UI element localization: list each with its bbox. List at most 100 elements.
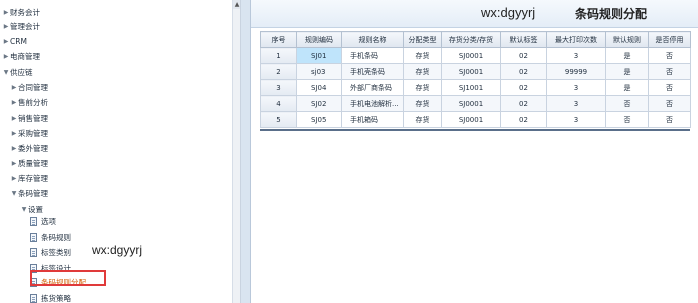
table-row[interactable]: 1 SJ01 手机条码 存货 SJ0001 02 3 是否 bbox=[260, 47, 691, 64]
expand-arrow-down-icon[interactable]: ▼ bbox=[2, 66, 10, 79]
tree-folder-item[interactable]: ▶ 库存管理 bbox=[10, 172, 48, 185]
expand-arrow-right-icon[interactable]: ▶ bbox=[10, 96, 18, 109]
column-header[interactable]: 最大打印次数 bbox=[546, 31, 606, 48]
tree-folder-item[interactable]: ▶ 电商管理 bbox=[2, 50, 40, 63]
tree-leaf-item[interactable]: 条码规则 bbox=[30, 231, 71, 244]
expand-arrow-down-icon[interactable]: ▼ bbox=[10, 187, 18, 200]
table-cell[interactable]: 02 bbox=[500, 79, 547, 96]
tree-folder-item[interactable]: ▶ 售前分析 bbox=[10, 96, 48, 109]
tree-item-label: 电商管理 bbox=[10, 52, 40, 61]
row-index-cell[interactable]: 4 bbox=[260, 95, 297, 112]
table-cell[interactable]: 99999 bbox=[546, 63, 606, 80]
tree-folder-item[interactable]: ▶ 采购管理 bbox=[10, 127, 48, 140]
main-panel: wx:dgyyrj 条码规则分配 序号 规则编码 规则名称 分配类型 存货分类/… bbox=[251, 0, 698, 303]
table-cell[interactable]: SJ01 bbox=[296, 47, 342, 64]
table-cell[interactable]: 02 bbox=[500, 63, 547, 80]
table-row[interactable]: 2 sj03 手机壳条码 存货 SJ0001 02 99999 是否 bbox=[260, 63, 691, 80]
expand-arrow-right-icon[interactable]: ▶ bbox=[2, 50, 10, 63]
expand-arrow-right-icon[interactable]: ▶ bbox=[2, 35, 10, 48]
expand-arrow-right-icon[interactable]: ▶ bbox=[10, 172, 18, 185]
table-cell[interactable]: 存货 bbox=[403, 47, 442, 64]
table-cell[interactable]: 存货 bbox=[403, 95, 442, 112]
tree-folder-item[interactable]: ▶ 质量管理 bbox=[10, 157, 48, 170]
table-cell[interactable]: 存货 bbox=[403, 63, 442, 80]
table-cell[interactable]: SJ05 bbox=[296, 111, 342, 128]
column-header[interactable]: 分配类型 bbox=[403, 31, 442, 48]
column-header[interactable]: 默认规则 bbox=[605, 31, 649, 48]
table-cell[interactable]: 外部厂商条码 bbox=[341, 79, 404, 96]
table-row[interactable]: 5 SJ05 手机箱码 存货 SJ0001 02 3 否否 bbox=[260, 111, 691, 128]
column-header[interactable]: 存货分类/存货 bbox=[441, 31, 501, 48]
table-cell[interactable]: 否 bbox=[648, 47, 691, 64]
table-cell[interactable]: 存货 bbox=[403, 111, 442, 128]
table-cell[interactable]: 手机壳条码 bbox=[341, 63, 404, 80]
table-cell[interactable]: SJ0001 bbox=[441, 47, 501, 64]
table-cell[interactable]: sj03 bbox=[296, 63, 342, 80]
table-cell[interactable]: 手机电池解析... bbox=[341, 95, 404, 112]
tree-scrollbar[interactable]: ▲ bbox=[232, 0, 240, 303]
table-cell[interactable]: 否 bbox=[648, 111, 691, 128]
table-cell[interactable]: 是 bbox=[605, 47, 649, 64]
expand-arrow-right-icon[interactable]: ▶ bbox=[2, 20, 10, 33]
table-cell[interactable]: SJ0001 bbox=[441, 95, 501, 112]
table-cell[interactable]: SJ1001 bbox=[441, 79, 501, 96]
expand-arrow-right-icon[interactable]: ▶ bbox=[10, 112, 18, 125]
table-cell[interactable]: 3 bbox=[546, 95, 606, 112]
table-cell[interactable]: 是 bbox=[605, 79, 649, 96]
row-index-cell[interactable]: 1 bbox=[260, 47, 297, 64]
table-cell[interactable]: 3 bbox=[546, 79, 606, 96]
tree-folder-item[interactable]: ▶ 委外管理 bbox=[10, 142, 48, 155]
table-cell[interactable]: 02 bbox=[500, 47, 547, 64]
tree-folder-item[interactable]: ▼ 条码管理 bbox=[10, 187, 48, 200]
table-cell[interactable]: 否 bbox=[605, 95, 649, 112]
expand-arrow-down-icon[interactable]: ▼ bbox=[20, 203, 28, 216]
table-cell[interactable]: SJ0001 bbox=[441, 63, 501, 80]
scroll-up-arrow-icon[interactable]: ▲ bbox=[233, 0, 240, 9]
table-cell[interactable]: SJ04 bbox=[296, 79, 342, 96]
table-cell[interactable]: 手机条码 bbox=[341, 47, 404, 64]
table-row[interactable]: 4 SJ02 手机电池解析... 存货 SJ0001 02 3 否否 bbox=[260, 95, 691, 112]
document-icon bbox=[30, 217, 37, 226]
expand-arrow-right-icon[interactable]: ▶ bbox=[2, 6, 10, 19]
tree-folder-item[interactable]: ▶ CRM bbox=[2, 35, 27, 48]
expand-arrow-right-icon[interactable]: ▶ bbox=[10, 157, 18, 170]
table-cell[interactable]: 手机箱码 bbox=[341, 111, 404, 128]
table-cell[interactable]: 3 bbox=[546, 47, 606, 64]
tree-folder-item[interactable]: ▶ 合同管理 bbox=[10, 81, 48, 94]
navigation-tree: ▶ 财务会计 ▶ 管理会计 ▶ CRM ▶ 电商管理 ▼ 供应链 ▶ 合同管理 ▶ 售前分析 ▶ 销售管理 ▶ 采… bbox=[0, 0, 241, 303]
panel-splitter[interactable] bbox=[241, 0, 251, 303]
row-index-cell[interactable]: 3 bbox=[260, 79, 297, 96]
table-cell[interactable]: 否 bbox=[648, 79, 691, 96]
row-index-cell[interactable]: 2 bbox=[260, 63, 297, 80]
table-row[interactable]: 3 SJ04 外部厂商条码 存货 SJ1001 02 3 是否 bbox=[260, 79, 691, 96]
tree-leaf-item[interactable]: 拣货策略 bbox=[30, 292, 71, 303]
tree-leaf-item[interactable]: 选项 bbox=[30, 215, 56, 228]
column-header[interactable]: 默认标签 bbox=[500, 31, 547, 48]
expand-arrow-right-icon[interactable]: ▶ bbox=[10, 127, 18, 140]
table-cell[interactable]: 否 bbox=[648, 63, 691, 80]
row-index-cell[interactable]: 5 bbox=[260, 111, 297, 128]
expand-arrow-right-icon[interactable]: ▶ bbox=[10, 81, 18, 94]
tree-item-label: 质量管理 bbox=[18, 159, 48, 168]
table-cell[interactable]: 否 bbox=[605, 111, 649, 128]
tree-folder-item[interactable]: ▶ 销售管理 bbox=[10, 112, 48, 125]
table-cell[interactable]: 02 bbox=[500, 95, 547, 112]
column-header[interactable]: 是否停用 bbox=[648, 31, 691, 48]
column-header[interactable]: 规则编码 bbox=[296, 31, 342, 48]
tree-leaf-item[interactable]: 标签类别 bbox=[30, 246, 71, 259]
expand-arrow-right-icon[interactable]: ▶ bbox=[10, 142, 18, 155]
table-cell[interactable]: 是 bbox=[605, 63, 649, 80]
table-cell[interactable]: SJ02 bbox=[296, 95, 342, 112]
tree-folder-item[interactable]: ▼ 供应链 bbox=[2, 66, 33, 79]
table-cell[interactable]: SJ0001 bbox=[441, 111, 501, 128]
table-cell[interactable]: 存货 bbox=[403, 79, 442, 96]
tree-folder-item[interactable]: ▶ 管理会计 bbox=[2, 20, 40, 33]
column-header[interactable]: 序号 bbox=[260, 31, 297, 48]
table-cell[interactable]: 02 bbox=[500, 111, 547, 128]
table-cell[interactable]: 否 bbox=[648, 95, 691, 112]
column-header[interactable]: 规则名称 bbox=[341, 31, 404, 48]
table-cell[interactable]: 3 bbox=[546, 111, 606, 128]
grid-body: 1 SJ01 手机条码 存货 SJ0001 02 3 是否 2 sj03 手机壳条码 存货 SJ0001… bbox=[260, 47, 691, 128]
document-icon bbox=[30, 294, 37, 303]
tree-folder-item[interactable]: ▶ 财务会计 bbox=[2, 6, 40, 19]
